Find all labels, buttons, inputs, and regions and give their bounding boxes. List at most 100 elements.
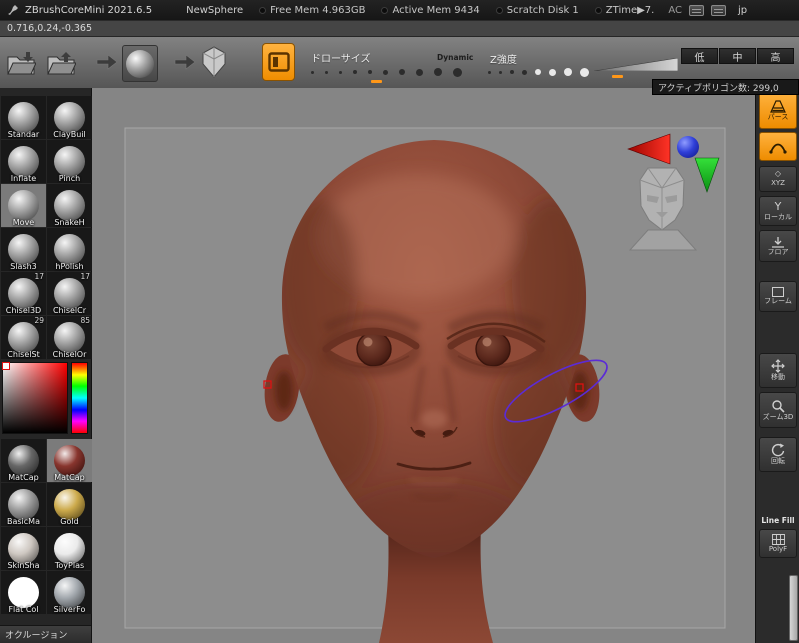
sculpt-scene	[124, 127, 726, 643]
material-matcap-gray[interactable]: MatCap	[1, 439, 46, 482]
draw-size-label: ドローサイズ	[311, 54, 371, 65]
material-thumbnail	[8, 489, 39, 520]
material-thumbnail	[54, 489, 85, 520]
floor-icon	[772, 236, 784, 248]
brush-thumbnail	[54, 102, 85, 133]
titlebar: ZBrushCoreMini 2021.6.5 NewSphere Free M…	[0, 0, 799, 20]
edit-mode-button[interactable]	[262, 43, 295, 81]
brush-badge: 29	[34, 316, 44, 325]
material-thumbnail	[54, 445, 85, 476]
brush-thumbnail	[8, 322, 39, 353]
brush-slash3[interactable]: Slash3	[1, 228, 46, 271]
active-polygon-count: アクティブポリゴン数: 299,0	[652, 79, 799, 95]
brush-hpolish[interactable]: hPolish	[47, 228, 92, 271]
viewport[interactable]	[92, 88, 755, 643]
material-skinshade[interactable]: SkinSha	[1, 527, 46, 570]
material-thumbnail	[8, 533, 39, 564]
material-silverfoil[interactable]: SilverFo	[47, 571, 92, 614]
brush-badge: 17	[34, 272, 44, 281]
material-gold[interactable]: Gold	[47, 483, 92, 526]
brush-chiselstructure[interactable]: 29 ChiselSt	[1, 316, 46, 359]
rotate-button[interactable]: 回転	[759, 437, 797, 472]
z-intensity-label: Z強度	[490, 55, 517, 66]
vertical-scrollbar[interactable]	[789, 575, 798, 641]
material-basic[interactable]: BasicMa	[1, 483, 46, 526]
tablet-icon[interactable]	[711, 4, 727, 16]
brush-thumbnail	[8, 278, 39, 309]
brush-chiselorganic[interactable]: 85 ChiselOr	[47, 316, 92, 359]
z-intensity-slider[interactable]	[488, 67, 589, 77]
color-sv-square[interactable]	[2, 362, 68, 434]
brush-thumbnail	[8, 146, 39, 177]
curve-toggle-button[interactable]	[759, 132, 797, 161]
polyframe-button[interactable]: PolyF	[759, 529, 797, 558]
resolution-high-button[interactable]: 高	[757, 48, 794, 64]
status-dot-icon	[259, 6, 267, 14]
material-thumbnail	[8, 445, 39, 476]
brush-claybuildup[interactable]: ClayBuil	[47, 96, 92, 139]
color-hue-bar[interactable]	[71, 362, 88, 434]
stat-free-mem: Free Mem 4.963GB	[259, 5, 365, 16]
perspective-icon	[770, 100, 786, 113]
axis-diamond-icon: ◇	[774, 169, 782, 179]
brush-move[interactable]: Move	[1, 184, 46, 227]
open-file-button[interactable]	[6, 51, 36, 77]
brush-inflate[interactable]: Inflate	[1, 140, 46, 183]
zbrushcoremini-window: ZBrushCoreMini 2021.6.5 NewSphere Free M…	[0, 0, 799, 643]
brush-badge: 85	[80, 316, 90, 325]
dynamic-label: Dynamic	[437, 53, 474, 62]
brush-palette: Standar ClayBuil Inflate Pinch Move Snak…	[0, 96, 92, 359]
resolution-preset-group: 低 中 高	[681, 48, 794, 64]
brush-thumbnail	[8, 190, 39, 221]
material-matcap-red[interactable]: MatCap	[47, 439, 92, 482]
draw-size-slider[interactable]	[311, 67, 462, 77]
status-dot-icon	[495, 6, 503, 14]
save-file-button[interactable]	[46, 51, 76, 77]
ac-label: AC	[668, 4, 683, 16]
material-thumbnail	[8, 577, 39, 608]
coordinate-bar: 0.716,0.24,-0.365	[0, 20, 799, 37]
main-area: Standar ClayBuil Inflate Pinch Move Snak…	[0, 88, 799, 643]
restore-sphere-button[interactable]	[122, 45, 158, 82]
perspective-button[interactable]: パース	[759, 92, 797, 129]
move-arrows-icon	[771, 359, 785, 373]
magnifier-icon	[772, 399, 785, 413]
floor-axis-button[interactable]: ◇ XYZ	[759, 166, 797, 192]
export-arrow-icon	[174, 54, 196, 70]
material-palette: MatCap MatCap BasicMa Gold SkinSha ToyPl…	[0, 439, 92, 614]
brush-thumbnail	[54, 234, 85, 265]
color-marker[interactable]	[2, 362, 10, 370]
brush-thumbnail	[8, 102, 39, 133]
local-button[interactable]: Y ローカル	[759, 196, 797, 226]
brush-thumbnail	[8, 234, 39, 265]
sphere-tool-icon	[126, 49, 154, 78]
language-indicator[interactable]: jp	[738, 5, 747, 16]
brush-thumbnail	[54, 190, 85, 221]
material-flatcolor[interactable]: Flat Col	[1, 571, 46, 614]
material-thumbnail	[54, 577, 85, 608]
frame-icon	[772, 287, 784, 298]
floor-button[interactable]: フロア	[759, 230, 797, 262]
apply-arrow-icon	[96, 54, 118, 70]
resolution-mid-button[interactable]: 中	[719, 48, 756, 64]
frame-button[interactable]: フレーム	[759, 281, 797, 312]
app-title: ZBrushCoreMini 2021.6.5	[25, 4, 153, 16]
line-fill-label: Line Fill	[761, 516, 795, 525]
zoom3d-button[interactable]: ズーム3D	[759, 392, 797, 428]
document-name: NewSphere	[186, 4, 244, 16]
brush-standard[interactable]: Standar	[1, 96, 46, 139]
zbrush-logo-icon	[8, 5, 18, 15]
brush-pinch[interactable]: Pinch	[47, 140, 92, 183]
occlusion-button[interactable]: オクルージョン	[0, 625, 91, 643]
brush-chisel3d[interactable]: 17 Chisel3D	[1, 272, 46, 315]
move-button[interactable]: 移動	[759, 353, 797, 388]
keyboard-icon[interactable]	[689, 4, 705, 16]
dynamic-resolution-wedge[interactable]	[594, 58, 678, 71]
resolution-low-button[interactable]: 低	[681, 48, 718, 64]
cursor-coordinates: 0.716,0.24,-0.365	[7, 23, 93, 34]
brush-snakehook[interactable]: SnakeH	[47, 184, 92, 227]
export-button[interactable]	[201, 46, 227, 79]
material-toyplastic[interactable]: ToyPlas	[47, 527, 92, 570]
axis-z-ball-icon	[677, 136, 699, 158]
brush-chiselcreature[interactable]: 17 ChiselCr	[47, 272, 92, 315]
